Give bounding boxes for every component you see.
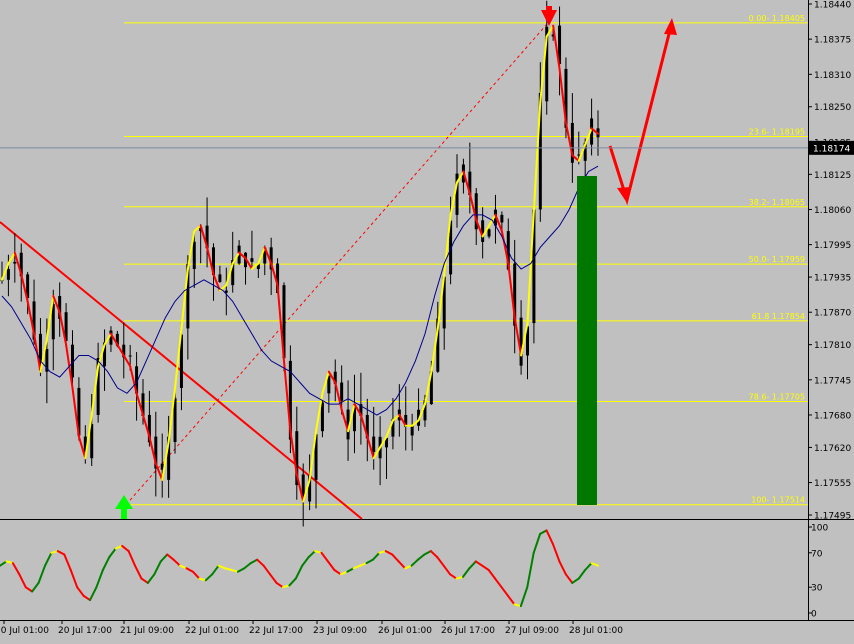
candle-body — [128, 355, 132, 357]
time-tick-label: 26 Jul 01:00 — [378, 626, 432, 636]
candle-body — [577, 154, 581, 156]
price-tick-label: 1.17555 — [814, 479, 851, 489]
fib-level-label: 0.00- 1.18405 — [749, 14, 805, 23]
osc-tick-label: 100 — [811, 524, 828, 534]
price-tick-label: 1.17680 — [814, 411, 851, 421]
candle-body — [250, 258, 254, 262]
price-tick-label: 1.17810 — [814, 341, 851, 351]
price-tick-label: 1.17935 — [814, 274, 851, 284]
fib-level-label: 78.6- 1.17705 — [749, 392, 805, 401]
price-tick-label: 1.17495 — [814, 512, 851, 522]
time-tick-label: 27 Jul 09:00 — [505, 626, 559, 636]
price-tick-label: 1.18125 — [814, 171, 851, 181]
candle-body — [372, 436, 376, 453]
candle-body — [500, 214, 504, 223]
time-axis: 20 Jul 01:00 20 Jul 17:00 21 Jul 09:00 22 J… — [0, 620, 623, 636]
osc-tick-label: 70 — [811, 549, 823, 559]
candle-body — [109, 330, 113, 345]
candle-body — [340, 382, 344, 401]
fib-level-label: 100- 1.17514 — [751, 496, 805, 505]
fib-level-label: 61.8 1.17854 — [752, 312, 805, 321]
sell-arrow-stem — [546, 6, 552, 14]
price-tick-label: 1.18250 — [814, 103, 851, 113]
candle-body — [192, 241, 196, 269]
buy-arrow-stem — [121, 507, 127, 519]
osc-tick-label: 0 — [811, 610, 817, 620]
fib-level-label: 50.0- 1.17959 — [749, 255, 805, 264]
candle-body — [410, 425, 414, 436]
time-tick-label: 20 Jul 17:00 — [58, 626, 112, 636]
price-tick-label: 1.17870 — [814, 309, 851, 319]
main-chart-background — [0, 0, 808, 519]
time-tick-label: 22 Jul 17:00 — [249, 626, 303, 636]
candle-body — [13, 261, 17, 264]
current-price-label: 1.18174 — [813, 144, 850, 154]
fib-level-label: 23.6- 1.18195 — [749, 127, 805, 136]
price-tick-label: 1.17745 — [814, 376, 851, 386]
time-tick-label: 23 Jul 09:00 — [313, 626, 367, 636]
price-tick-label: 1.17995 — [814, 241, 851, 251]
oscillator-axis: 100 70 30 0 — [808, 524, 828, 620]
candle-body — [6, 269, 10, 280]
target-range-bar — [577, 176, 597, 505]
price-tick-label: 1.18310 — [814, 71, 851, 81]
fib-level-label: 38.2- 1.18065 — [749, 198, 805, 207]
time-tick-label: 21 Jul 09:00 — [120, 626, 174, 636]
candle-body — [481, 220, 485, 242]
osc-tick-label: 30 — [811, 584, 823, 594]
candle-body — [487, 229, 491, 237]
time-tick-label: 22 Jul 01:00 — [185, 626, 239, 636]
candle-body — [320, 402, 324, 432]
price-tick-label: 1.18060 — [814, 206, 851, 216]
time-tick-label: 26 Jul 17:00 — [441, 626, 495, 636]
time-tick-label: 20 Jul 01:00 — [0, 626, 49, 636]
candle-body — [519, 317, 523, 366]
price-tick-label: 1.17620 — [814, 444, 851, 454]
candle-body — [218, 274, 222, 283]
time-tick-label: 28 Jul 01:00 — [569, 626, 623, 636]
candle-body — [90, 424, 94, 459]
price-tick-label: 1.18375 — [814, 36, 851, 46]
price-tick-label: 1.18440 — [814, 1, 851, 11]
oscillator-background — [0, 520, 808, 620]
trading-chart: 0.00- 1.18405 23.6- 1.18195 38.2- 1.18065 5… — [0, 0, 854, 636]
